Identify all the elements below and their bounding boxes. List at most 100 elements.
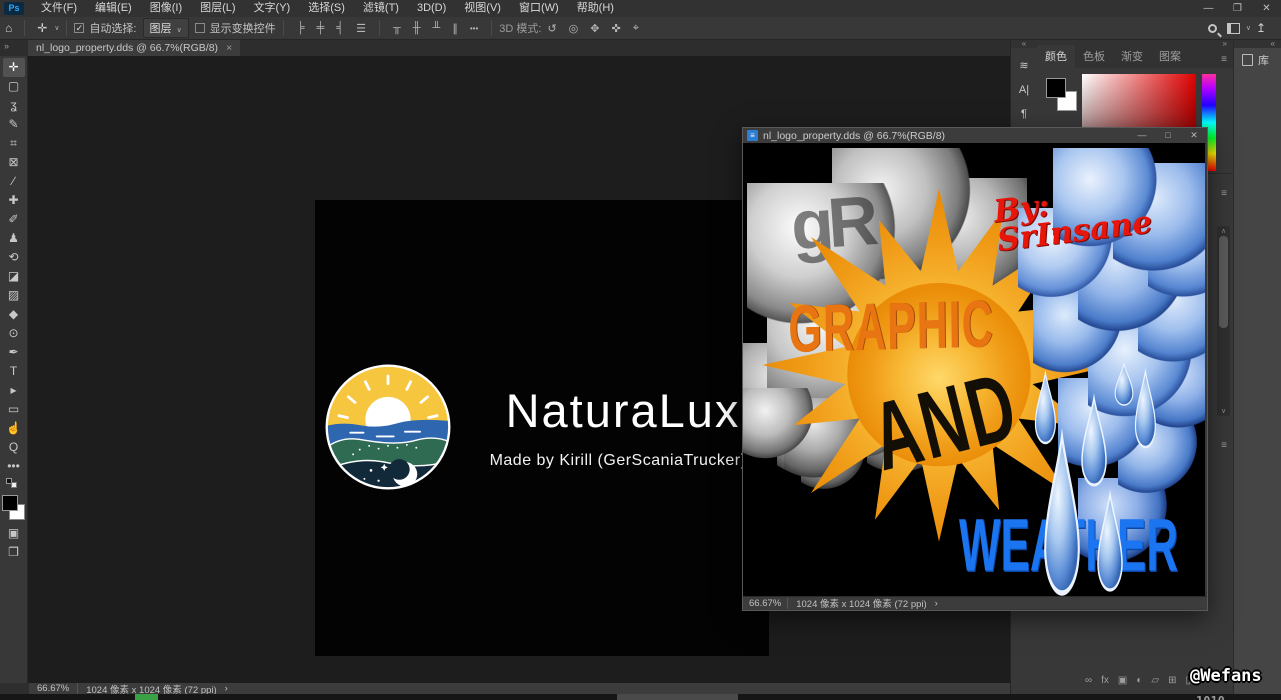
dock-expand-icon[interactable]: « — [1011, 40, 1037, 48]
share-icon[interactable]: ↥ — [1251, 21, 1271, 35]
auto-select-checkbox[interactable]: ✓ — [74, 23, 84, 33]
document-tab[interactable]: nl_logo_property.dds @ 66.7%(RGB/8) × — [28, 40, 240, 56]
eyedropper-tool[interactable]: ∕ — [3, 172, 25, 191]
maximize-button[interactable]: □ — [1155, 130, 1181, 141]
move-tool[interactable]: ✛ — [3, 58, 25, 77]
eraser-tool[interactable]: ◪ — [3, 267, 25, 286]
tab-color[interactable]: 颜色 — [1037, 45, 1075, 68]
3d-roll-icon[interactable]: ◎ — [563, 22, 585, 35]
history-brush-tool[interactable]: ⟲ — [3, 248, 25, 267]
align-left-icon[interactable]: ╞ — [291, 22, 311, 35]
shape-tool[interactable]: ▭ — [3, 400, 25, 419]
menu-edit[interactable]: 编辑(E) — [86, 0, 141, 17]
pen-tool[interactable]: ✒ — [3, 343, 25, 362]
paragraph-panel-icon[interactable]: ¶ — [1013, 104, 1035, 124]
new-layer-icon[interactable]: ⊞ — [1168, 675, 1176, 686]
status-arrow-icon[interactable]: › — [225, 683, 228, 694]
brush-settings-icon[interactable]: ≋ — [1013, 56, 1035, 76]
adjustment-layer-icon[interactable]: ◐ — [1136, 675, 1142, 686]
weather-collage-canvas[interactable]: gR By: SrInsane GRAPHIC AND WEATHER — [743, 143, 1205, 596]
character-panel-icon[interactable]: A| — [1013, 80, 1035, 100]
panel-menu-icon[interactable]: ≡ — [1221, 188, 1227, 199]
scrollbar-thumb[interactable] — [1219, 236, 1228, 328]
rectangular-marquee-tool[interactable]: ▢ — [3, 77, 25, 96]
restore-button[interactable]: ❐ — [1223, 0, 1252, 17]
floating-window-titlebar[interactable]: ≡ nl_logo_property.dds @ 66.7%(RGB/8) — … — [743, 128, 1207, 143]
group-layers-icon[interactable]: ▱ — [1151, 675, 1159, 686]
tab-patterns[interactable]: 图案 — [1151, 45, 1189, 68]
align-bottom-icon[interactable]: ╨ — [427, 22, 447, 35]
align-center-icon[interactable]: ☰ — [350, 22, 372, 35]
chevron-down-icon[interactable]: ∨ — [54, 24, 59, 32]
align-right-icon[interactable]: ╡ — [330, 22, 350, 35]
zoom-level-field[interactable]: 66.67% — [29, 683, 78, 694]
panel-scrollbar[interactable]: ∧ ∨ — [1217, 226, 1230, 416]
dock-collapse-icon[interactable]: « — [1234, 40, 1281, 48]
foreground-color-swatch[interactable] — [2, 495, 18, 511]
menu-layer[interactable]: 图层(L) — [191, 0, 244, 17]
zoom-tool[interactable]: Q — [3, 438, 25, 457]
move-tool-icon[interactable]: ✛ — [32, 21, 52, 35]
menu-select[interactable]: 选择(S) — [299, 0, 354, 17]
brush-tool[interactable]: ✐ — [3, 210, 25, 229]
panel-menu-icon[interactable]: ≡ — [1221, 54, 1227, 65]
lasso-tool[interactable]: ʓ — [3, 96, 25, 115]
menu-window[interactable]: 窗口(W) — [510, 0, 568, 17]
menu-view[interactable]: 视图(V) — [455, 0, 510, 17]
panel-menu-icon[interactable]: ≡ — [1221, 440, 1227, 451]
type-tool[interactable]: T — [3, 362, 25, 381]
healing-brush-tool[interactable]: ✚ — [3, 191, 25, 210]
menu-filter[interactable]: 滤镜(T) — [354, 0, 408, 17]
3d-pan-icon[interactable]: ✥ — [584, 22, 605, 35]
screen-mode-icon[interactable]: ❐ — [3, 543, 25, 562]
floating-document-window[interactable]: ≡ nl_logo_property.dds @ 66.7%(RGB/8) — … — [742, 127, 1208, 611]
menu-3d[interactable]: 3D(D) — [408, 0, 455, 17]
3d-orbit-icon[interactable]: ↺ — [541, 22, 562, 35]
menu-image[interactable]: 图像(I) — [141, 0, 191, 17]
home-icon[interactable]: ⌂ — [0, 21, 17, 35]
tab-swatches[interactable]: 色板 — [1075, 45, 1113, 68]
close-button[interactable]: ✕ — [1252, 0, 1281, 17]
zoom-level-field[interactable]: 66.67% — [743, 598, 788, 609]
tab-libraries[interactable]: 库 — [1234, 48, 1281, 72]
status-arrow-icon[interactable]: › — [935, 598, 938, 609]
show-transform-checkbox[interactable] — [195, 23, 205, 33]
search-icon[interactable] — [1208, 24, 1217, 33]
foreground-color-swatch[interactable] — [1046, 78, 1066, 98]
3d-camera-icon[interactable]: ⌖ — [627, 22, 645, 35]
scroll-down-icon[interactable]: ∨ — [1217, 407, 1230, 415]
tab-gradients[interactable]: 渐变 — [1113, 45, 1151, 68]
align-middle-icon[interactable]: ╫ — [407, 22, 427, 35]
quick-mask-icon[interactable]: ▣ — [3, 524, 25, 543]
link-layers-icon[interactable]: ∞ — [1085, 675, 1092, 686]
3d-slide-icon[interactable]: ✜ — [605, 22, 626, 35]
auto-select-dropdown[interactable]: 图层 ∨ — [143, 18, 189, 38]
quick-selection-tool[interactable]: ✎ — [3, 115, 25, 134]
clone-stamp-tool[interactable]: ♟ — [3, 229, 25, 248]
distribute-horizontal-icon[interactable]: ∥ — [446, 22, 464, 35]
swap-colors-icon[interactable] — [6, 478, 22, 490]
main-document-canvas[interactable]: NaturaLux Made by Kirill (GerScaniaTruck… — [315, 200, 769, 656]
scroll-up-icon[interactable]: ∧ — [1217, 227, 1230, 235]
layer-mask-icon[interactable]: ▣ — [1118, 675, 1127, 686]
minimize-button[interactable]: — — [1129, 130, 1155, 141]
gradient-tool[interactable]: ▨ — [3, 286, 25, 305]
blur-tool[interactable]: ◆ — [3, 305, 25, 324]
menu-type[interactable]: 文字(Y) — [245, 0, 300, 17]
workspace-switcher-icon[interactable] — [1227, 23, 1240, 34]
menu-help[interactable]: 帮助(H) — [568, 0, 623, 17]
frame-tool[interactable]: ⊠ — [3, 153, 25, 172]
tab-close-icon[interactable]: × — [226, 40, 232, 56]
toolbar-collapse-icon[interactable]: » — [4, 41, 9, 51]
align-center-horizontal-icon[interactable]: ╪ — [310, 22, 330, 35]
dodge-tool[interactable]: ⊙ — [3, 324, 25, 343]
align-top-icon[interactable]: ╥ — [387, 22, 407, 35]
crop-tool[interactable]: ⌗ — [3, 134, 25, 153]
close-button[interactable]: ✕ — [1181, 130, 1207, 141]
more-tools-icon[interactable]: ••• — [3, 457, 25, 476]
minimize-button[interactable]: — — [1194, 0, 1223, 17]
more-align-options-icon[interactable]: ••• — [464, 24, 484, 33]
menu-file[interactable]: 文件(F) — [32, 0, 86, 17]
hand-tool[interactable]: ☝ — [3, 419, 25, 438]
path-selection-tool[interactable]: ▸ — [3, 381, 25, 400]
